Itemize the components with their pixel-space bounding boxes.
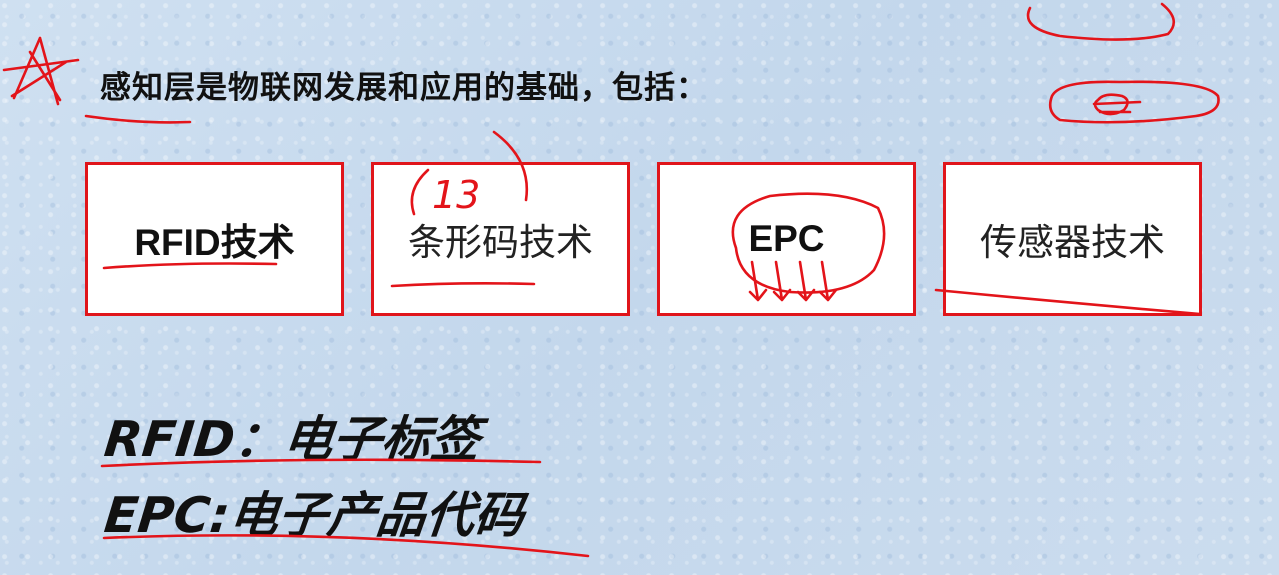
note-epc: EPC:电子产品代码 xyxy=(101,487,527,544)
note-rfid: RFID：电子标签 xyxy=(101,411,483,468)
box-rfid-label: RFID技术 xyxy=(134,222,295,263)
box-epc: EPC xyxy=(657,162,916,316)
box-barcode: 条形码技术 xyxy=(371,162,630,316)
box-sensor-label: 传感器技术 xyxy=(980,221,1165,264)
star-mark-icon xyxy=(2,36,80,106)
right-oval-mark xyxy=(1048,80,1220,124)
box-sensor: 传感器技术 xyxy=(943,162,1202,316)
slide: 感知层是物联网发展和应用的基础，包括： RFID技术 条形码技术 EPC 传感器… xyxy=(0,0,1279,575)
box-epc-label: EPC xyxy=(748,218,825,259)
top-right-oval xyxy=(1026,2,1176,41)
slide-heading: 感知层是物联网发展和应用的基础，包括： xyxy=(100,70,708,106)
heading-underline xyxy=(84,114,192,124)
right-oval-scribble xyxy=(1092,93,1142,116)
box-rfid: RFID技术 xyxy=(85,162,344,316)
box-barcode-label: 条形码技术 xyxy=(408,221,593,264)
